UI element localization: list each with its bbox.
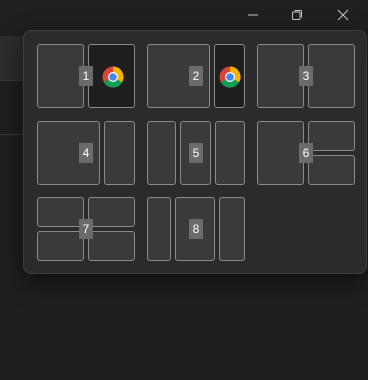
layout-number: 8 [189, 219, 203, 239]
snap-zone[interactable] [147, 121, 176, 185]
snap-layout-3[interactable]: 3 [257, 44, 355, 108]
snap-zone[interactable] [88, 231, 135, 261]
snap-layout-6[interactable]: 6 [257, 121, 355, 185]
layout-number: 7 [79, 219, 93, 239]
snap-zone[interactable] [104, 121, 135, 185]
snap-layout-2[interactable]: 2 [147, 44, 245, 108]
snap-zone[interactable] [257, 44, 304, 108]
restore-icon [292, 10, 302, 20]
layout-number: 4 [79, 143, 93, 163]
snap-zone[interactable] [308, 155, 355, 185]
minimize-icon [248, 14, 258, 16]
snap-zone-occupied[interactable] [214, 44, 245, 108]
snap-layouts-flyout: 1 2 3 4 5 6 7 8 [23, 30, 367, 274]
snap-layout-7[interactable]: 7 [37, 197, 135, 261]
snap-zone[interactable] [88, 197, 135, 227]
snap-zone[interactable] [37, 197, 84, 227]
layout-number: 6 [299, 143, 313, 163]
snap-layout-5[interactable]: 5 [147, 121, 245, 185]
layout-number: 3 [299, 66, 313, 86]
snap-zone[interactable] [257, 121, 304, 185]
snap-zone[interactable] [308, 121, 355, 151]
close-button[interactable] [320, 0, 366, 30]
divider [0, 134, 24, 135]
snap-zone[interactable] [37, 231, 84, 261]
snap-zone[interactable] [219, 197, 245, 261]
restore-button[interactable] [274, 0, 320, 30]
snap-zone[interactable] [147, 197, 171, 261]
snap-zone-occupied[interactable] [88, 44, 135, 108]
chrome-icon [102, 66, 124, 88]
snap-zone[interactable] [215, 121, 245, 185]
layout-number: 5 [189, 143, 203, 163]
snap-layout-1[interactable]: 1 [37, 44, 135, 108]
close-icon [337, 9, 349, 21]
layout-number: 2 [189, 66, 203, 86]
snap-zone[interactable] [37, 44, 84, 108]
snap-zone[interactable] [308, 44, 355, 108]
minimize-button[interactable] [230, 0, 276, 30]
chrome-icon [219, 66, 241, 88]
layout-number: 1 [79, 66, 93, 86]
divider [0, 80, 24, 81]
snap-layout-8[interactable]: 8 [147, 197, 245, 261]
snap-layout-4[interactable]: 4 [37, 121, 135, 185]
background-app-toolbar [0, 36, 24, 80]
